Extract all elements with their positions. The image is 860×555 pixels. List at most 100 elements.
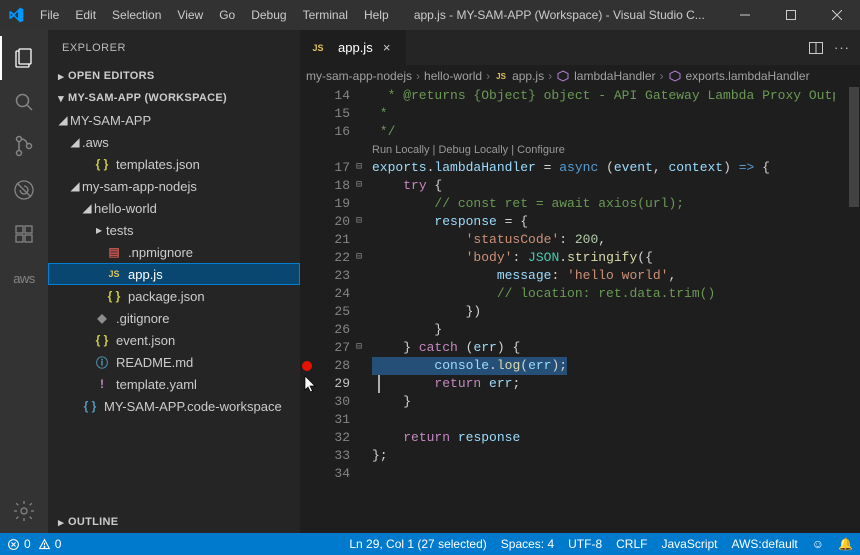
fold-toggle-icon[interactable]: ⊟	[352, 213, 366, 231]
tree-item[interactable]: ⓘREADME.md	[48, 351, 300, 373]
line-number[interactable]: 30	[314, 393, 350, 411]
outline-section[interactable]: ▸ OUTLINE	[48, 511, 300, 533]
window-controls	[722, 0, 860, 30]
tree-item[interactable]: ◢.aws	[48, 131, 300, 153]
window-maximize-button[interactable]	[768, 0, 814, 30]
breakpoint-gutter[interactable]	[300, 87, 314, 533]
tree-item[interactable]: ◢MY-SAM-APP	[48, 109, 300, 131]
tree-item[interactable]: { }package.json	[48, 285, 300, 307]
tree-item[interactable]: JSapp.js	[48, 263, 300, 285]
status-indentation[interactable]: Spaces: 4	[494, 533, 561, 555]
sidebar-title: EXPLORER	[48, 30, 300, 65]
line-number[interactable]: 15	[314, 105, 350, 123]
aws-icon[interactable]: aws	[0, 256, 48, 300]
split-editor-icon[interactable]	[808, 40, 824, 56]
tree-item[interactable]: { }MY-SAM-APP.code-workspace	[48, 395, 300, 417]
extensions-icon[interactable]	[0, 212, 48, 256]
menu-view[interactable]: View	[169, 0, 211, 30]
menu-edit[interactable]: Edit	[67, 0, 104, 30]
tree-item[interactable]: ▸tests	[48, 219, 300, 241]
line-number[interactable]: 33	[314, 447, 350, 465]
line-number[interactable]	[314, 141, 350, 159]
menu-file[interactable]: File	[32, 0, 67, 30]
codelens-action[interactable]: Configure	[517, 144, 565, 156]
codelens-action[interactable]: Debug Locally	[438, 144, 508, 156]
tree-item[interactable]: { }event.json	[48, 329, 300, 351]
line-number[interactable]: 26	[314, 321, 350, 339]
workspace-section[interactable]: ▾ MY-SAM-APP (WORKSPACE)	[48, 87, 300, 109]
breadcrumb-item[interactable]: lambdaHandler	[554, 69, 657, 83]
tab-close-icon[interactable]: ×	[379, 40, 395, 55]
tree-item[interactable]: ◢my-sam-app-nodejs	[48, 175, 300, 197]
line-number[interactable]: 18	[314, 177, 350, 195]
more-actions-icon[interactable]: ···	[834, 40, 850, 55]
fold-toggle-icon[interactable]: ⊟	[352, 159, 366, 177]
tree-item-label: MY-SAM-APP	[70, 113, 151, 128]
breakpoint-icon[interactable]	[302, 361, 312, 371]
tree-item[interactable]: ▤.npmignore	[48, 241, 300, 263]
code-content[interactable]: * @returns {Object} object - API Gateway…	[366, 87, 835, 533]
search-icon[interactable]	[0, 80, 48, 124]
tree-item-label: MY-SAM-APP.code-workspace	[104, 399, 282, 414]
tab-app-js[interactable]: JS app.js ×	[300, 30, 406, 65]
breadcrumb-item[interactable]: my-sam-app-nodejs	[304, 69, 414, 83]
breadcrumb-item[interactable]: hello-world	[422, 69, 484, 83]
tree-item[interactable]: ◆.gitignore	[48, 307, 300, 329]
line-number[interactable]: 20	[314, 213, 350, 231]
status-errors[interactable]: 0	[0, 533, 38, 555]
line-number[interactable]: 25	[314, 303, 350, 321]
file-tree[interactable]: ◢MY-SAM-APP◢.aws{ }templates.json◢my-sam…	[48, 109, 300, 511]
status-cursor-position[interactable]: Ln 29, Col 1 (27 selected)	[342, 533, 493, 555]
line-number[interactable]: 27	[314, 339, 350, 357]
editor-scrollbar[interactable]	[846, 87, 860, 533]
menu-selection[interactable]: Selection	[104, 0, 169, 30]
window-minimize-button[interactable]	[722, 0, 768, 30]
scm-icon[interactable]	[0, 124, 48, 168]
menu-go[interactable]: Go	[211, 0, 243, 30]
breadcrumb[interactable]: my-sam-app-nodejs›hello-world›JSapp.js›l…	[300, 65, 860, 87]
line-number[interactable]: 23	[314, 267, 350, 285]
status-language[interactable]: JavaScript	[654, 533, 724, 555]
line-number[interactable]: 14	[314, 87, 350, 105]
open-editors-section[interactable]: ▸ OPEN EDITORS	[48, 65, 300, 87]
fold-toggle-icon[interactable]: ⊟	[352, 339, 366, 357]
menu-terminal[interactable]: Terminal	[295, 0, 356, 30]
line-number[interactable]: 22	[314, 249, 350, 267]
menu-help[interactable]: Help	[356, 0, 397, 30]
line-number[interactable]: 21	[314, 231, 350, 249]
line-number[interactable]: 34	[314, 465, 350, 483]
line-number[interactable]: 19	[314, 195, 350, 213]
tree-item-label: my-sam-app-nodejs	[82, 179, 197, 194]
debug-no-bug-icon[interactable]	[0, 168, 48, 212]
status-aws-profile[interactable]: AWS:default	[725, 533, 805, 555]
line-number[interactable]: 31	[314, 411, 350, 429]
line-number[interactable]: 32	[314, 429, 350, 447]
status-warnings[interactable]: 0	[38, 533, 69, 555]
line-number[interactable]: 29	[314, 375, 350, 393]
menu-debug[interactable]: Debug	[243, 0, 294, 30]
breadcrumb-item[interactable]: JSapp.js	[492, 69, 546, 83]
window-close-button[interactable]	[814, 0, 860, 30]
tree-item[interactable]: !template.yaml	[48, 373, 300, 395]
line-number[interactable]: 28	[314, 357, 350, 375]
line-number[interactable]: 17	[314, 159, 350, 177]
code-editor[interactable]: 141516 1718192021222324252627282930313233…	[300, 87, 860, 533]
line-number-gutter[interactable]: 141516 1718192021222324252627282930313233…	[314, 87, 352, 533]
fold-gutter[interactable]: ⊟⊟⊟⊟⊟	[352, 87, 366, 533]
status-encoding[interactable]: UTF-8	[561, 533, 609, 555]
status-eol[interactable]: CRLF	[609, 533, 654, 555]
tree-item[interactable]: { }templates.json	[48, 153, 300, 175]
codelens-action[interactable]: Run Locally	[372, 144, 429, 156]
line-number[interactable]: 24	[314, 285, 350, 303]
tree-item[interactable]: ◢hello-world	[48, 197, 300, 219]
activity-bar: aws	[0, 30, 48, 533]
fold-toggle-icon[interactable]: ⊟	[352, 249, 366, 267]
line-number[interactable]: 16	[314, 123, 350, 141]
fold-toggle-icon[interactable]: ⊟	[352, 177, 366, 195]
scrollbar-thumb[interactable]	[849, 87, 859, 207]
settings-gear-icon[interactable]	[0, 489, 48, 533]
status-feedback-icon[interactable]: ☺	[805, 533, 831, 555]
breadcrumb-item[interactable]: exports.lambdaHandler	[666, 69, 812, 83]
status-notifications-icon[interactable]: 🔔	[831, 533, 860, 555]
explorer-icon[interactable]	[0, 36, 48, 80]
